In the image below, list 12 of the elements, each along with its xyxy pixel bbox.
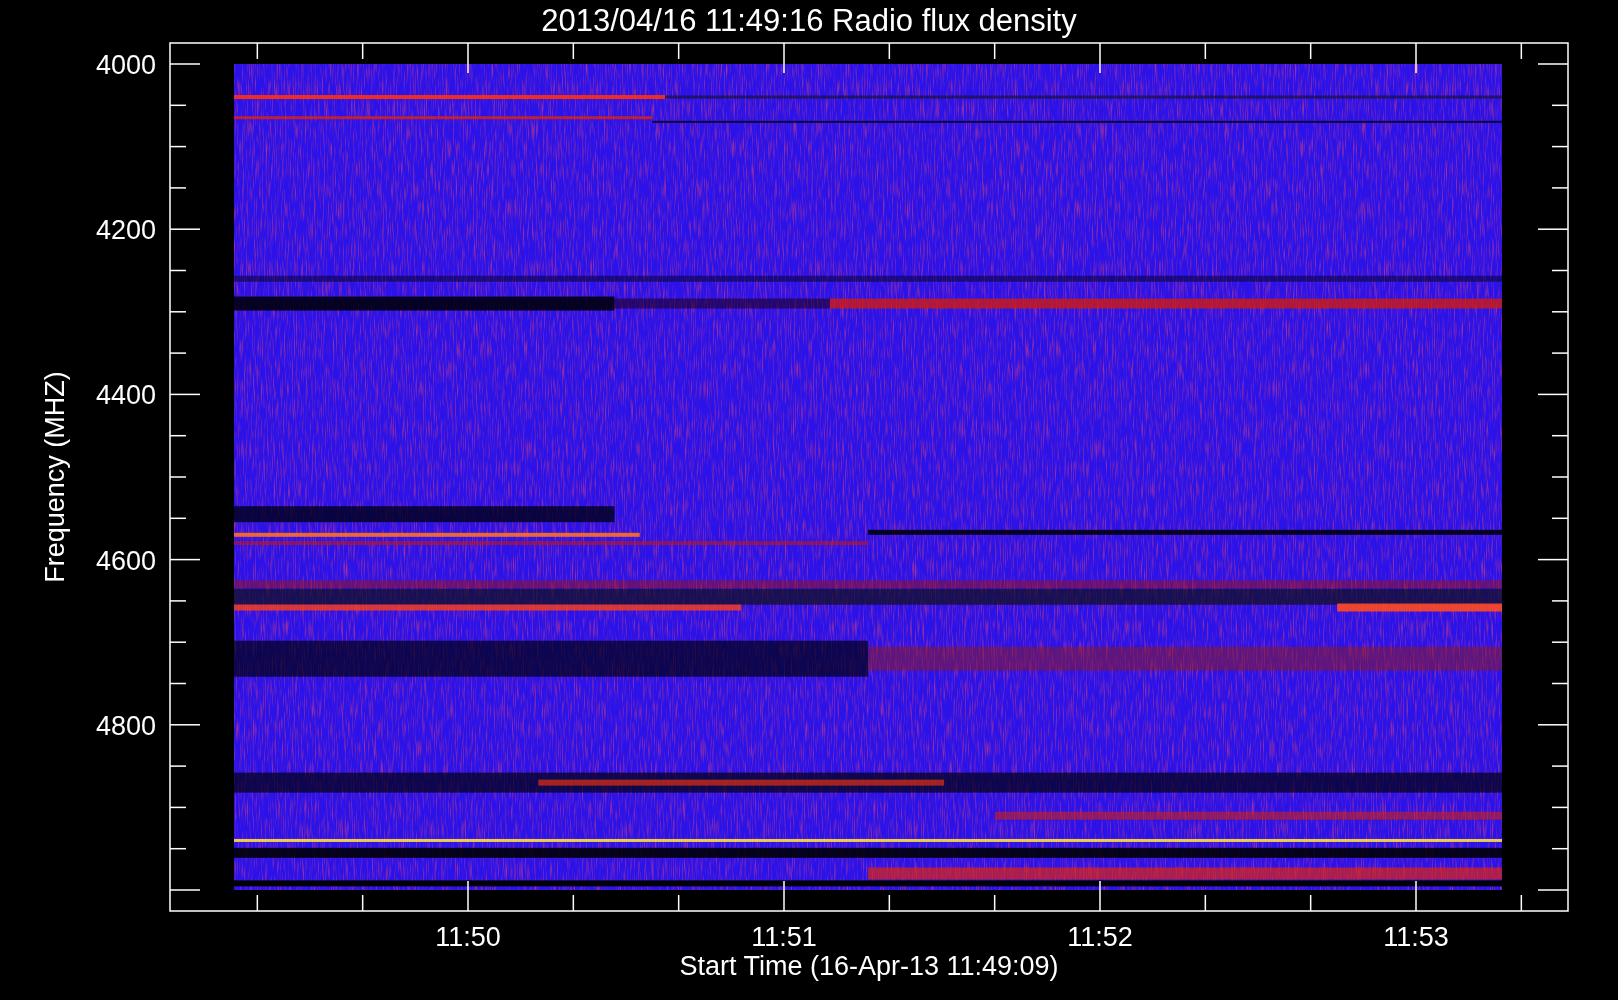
axis-tick-label: 11:50 (435, 922, 501, 952)
axis-tick-label: 4800 (95, 710, 156, 741)
axis-tick-label: 11:51 (751, 922, 817, 952)
x-axis-label: Start Time (16-Apr-13 11:49:09) (679, 951, 1059, 981)
axis-tick-label: 11:52 (1067, 922, 1133, 952)
axis-tick-label: 4600 (95, 545, 156, 576)
plot-title: 2013/04/16 11:49:16 Radio flux density (541, 3, 1077, 38)
axis-tick-label: 4000 (95, 50, 156, 80)
axis-tick-label: 4400 (95, 380, 156, 411)
axis-tick-label: 4200 (95, 215, 156, 246)
axis-tick-label: 11:53 (1383, 922, 1449, 952)
y-axis-label: Frequency (MHZ) (40, 371, 70, 583)
